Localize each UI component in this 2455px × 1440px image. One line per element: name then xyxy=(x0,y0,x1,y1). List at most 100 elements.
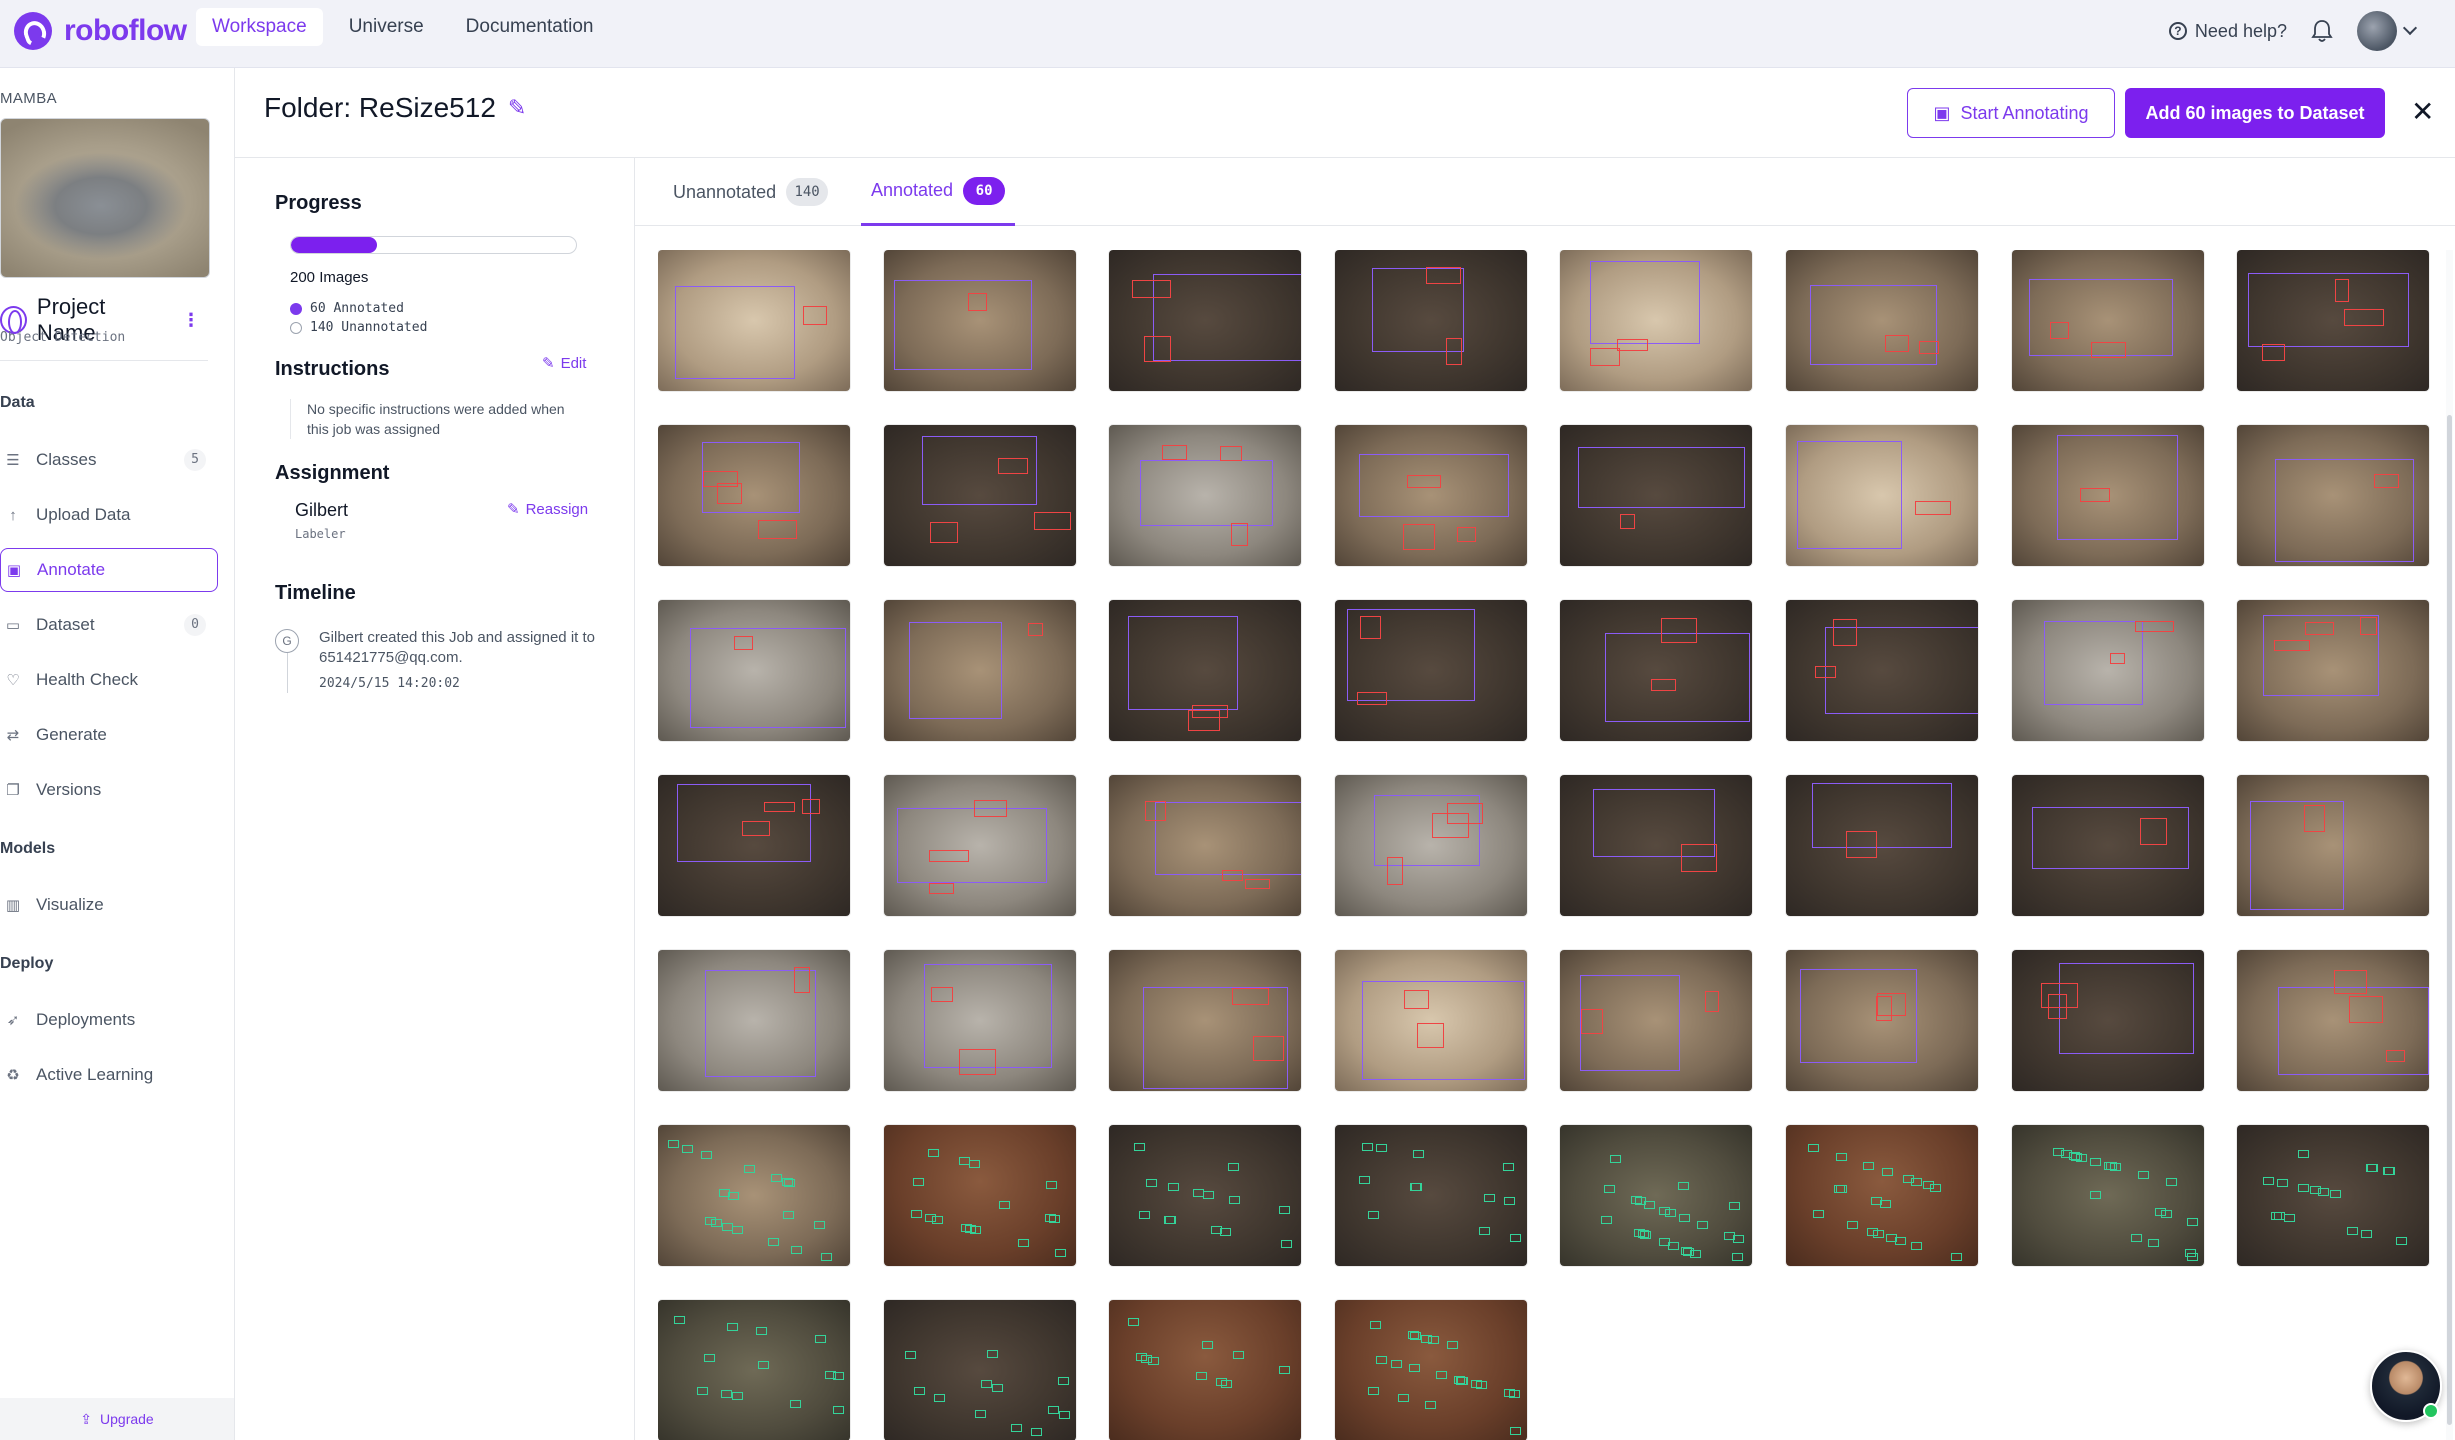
image-thumbnail[interactable] xyxy=(2237,250,2429,391)
image-thumbnail[interactable] xyxy=(1335,775,1527,916)
nav-link-universe[interactable]: Universe xyxy=(333,8,440,46)
image-thumbnail[interactable] xyxy=(2237,775,2429,916)
image-thumbnail[interactable] xyxy=(1109,950,1301,1091)
image-thumbnail[interactable] xyxy=(1109,250,1301,391)
bounding-box-red xyxy=(958,1048,996,1075)
sidebar-item-versions[interactable]: ❐ Versions xyxy=(0,768,218,812)
image-thumbnail[interactable] xyxy=(2012,425,2204,566)
image-thumbnail[interactable] xyxy=(2012,250,2204,391)
image-thumbnail[interactable] xyxy=(2012,1125,2204,1266)
sidebar-item-generate[interactable]: ⇄ Generate xyxy=(0,713,218,757)
sidebar-item-classes[interactable]: ☰ Classes 5 xyxy=(0,438,218,482)
image-thumbnail[interactable] xyxy=(1560,950,1752,1091)
start-annotating-button[interactable]: ▣ Start Annotating xyxy=(1907,88,2115,138)
image-thumbnail[interactable] xyxy=(2237,425,2429,566)
tab-annotated[interactable]: Annotated 60 xyxy=(861,158,1016,226)
sidebar-item-annotate[interactable]: ▣ Annotate xyxy=(0,548,218,592)
image-thumbnail[interactable] xyxy=(658,1125,850,1266)
image-thumbnail[interactable] xyxy=(1335,425,1527,566)
upload-icon: ↑ xyxy=(9,506,17,524)
bounding-box-green xyxy=(1634,1197,1646,1206)
bounding-box-red xyxy=(1245,878,1271,889)
help-circle-icon: ? xyxy=(2168,22,2187,40)
reassign-label: Reassign xyxy=(525,500,589,518)
sidebar-item-deployments[interactable]: ➶ Deployments xyxy=(0,998,218,1042)
image-thumbnail[interactable] xyxy=(658,1300,850,1440)
sidebar-item-dataset[interactable]: ▭ Dataset 0 xyxy=(0,603,218,647)
image-thumbnail[interactable] xyxy=(2012,600,2204,741)
reassign-link[interactable]: ✎ Reassign xyxy=(507,500,589,519)
image-thumbnail[interactable] xyxy=(2237,1125,2429,1266)
image-thumbnail[interactable] xyxy=(884,775,1076,916)
image-thumbnail[interactable] xyxy=(658,950,850,1091)
tab-unannotated[interactable]: Unannotated 140 xyxy=(663,158,838,226)
image-thumbnail[interactable] xyxy=(2237,950,2429,1091)
edit-instructions-link[interactable]: ✎ Edit xyxy=(542,354,586,373)
image-thumbnail[interactable] xyxy=(658,250,850,391)
upgrade-button[interactable]: ⇪ Upgrade xyxy=(0,1398,234,1440)
add-images-to-dataset-button[interactable]: Add 60 images to Dataset xyxy=(2125,88,2385,138)
bounding-box-purple xyxy=(689,627,846,728)
image-thumbnail[interactable] xyxy=(884,600,1076,741)
image-thumbnail[interactable] xyxy=(1560,425,1752,566)
bounding-box-green xyxy=(726,1323,738,1332)
image-thumbnail[interactable] xyxy=(1335,1125,1527,1266)
image-thumbnail[interactable] xyxy=(1560,250,1752,391)
image-thumbnail[interactable] xyxy=(2237,600,2429,741)
sidebar-item-active-learning[interactable]: ♻ Active Learning xyxy=(0,1053,218,1097)
image-thumbnail[interactable] xyxy=(2012,775,2204,916)
bounding-box-purple xyxy=(1577,447,1746,509)
image-thumbnail[interactable] xyxy=(1335,950,1527,1091)
nav-link-workspace[interactable]: Workspace xyxy=(196,8,323,46)
image-thumbnail[interactable] xyxy=(1335,600,1527,741)
image-thumbnail[interactable] xyxy=(1560,775,1752,916)
image-thumbnail[interactable] xyxy=(658,600,850,741)
image-thumbnail[interactable] xyxy=(884,1300,1076,1440)
bounding-box-green xyxy=(2297,1183,2309,1192)
image-thumbnail[interactable] xyxy=(1786,1125,1978,1266)
edit-icon[interactable]: ✎ xyxy=(508,95,526,121)
sidebar-item-label: Annotate xyxy=(37,560,106,579)
annotation-status-tabs: Unannotated 140 Annotated 60 xyxy=(635,158,2455,226)
image-thumbnail[interactable] xyxy=(1786,250,1978,391)
image-thumbnail[interactable] xyxy=(884,425,1076,566)
image-thumbnail[interactable] xyxy=(1335,1300,1527,1440)
image-thumbnail[interactable] xyxy=(1109,425,1301,566)
more-options-icon[interactable]: ⋮ xyxy=(182,310,200,331)
image-thumbnail[interactable] xyxy=(884,1125,1076,1266)
sidebar-item-visualize[interactable]: ▥ Visualize xyxy=(0,883,218,927)
image-thumbnail[interactable] xyxy=(658,775,850,916)
need-help-button[interactable]: ? Need help? xyxy=(2168,21,2287,42)
image-thumbnail[interactable] xyxy=(2012,950,2204,1091)
bell-icon[interactable] xyxy=(2309,18,2335,44)
image-thumbnail[interactable] xyxy=(1560,600,1752,741)
image-thumbnail[interactable] xyxy=(1109,775,1301,916)
bounding-box-green xyxy=(1219,1227,1231,1236)
sidebar-item-upload-data[interactable]: ↑ Upload Data xyxy=(0,493,218,537)
roboflow-logo[interactable]: roboflow xyxy=(14,12,187,50)
image-thumbnail[interactable] xyxy=(1786,775,1978,916)
image-thumbnail[interactable] xyxy=(1786,950,1978,1091)
bounding-box-green xyxy=(2284,1214,2296,1223)
image-thumbnail[interactable] xyxy=(1335,250,1527,391)
scrollbar-thumb[interactable] xyxy=(2447,415,2452,1425)
image-thumbnail[interactable] xyxy=(1786,600,1978,741)
image-thumbnail[interactable] xyxy=(884,250,1076,391)
close-icon[interactable]: ✕ xyxy=(2411,98,2434,126)
sidebar-item-health-check[interactable]: ♡ Health Check xyxy=(0,658,218,702)
bounding-box-green xyxy=(1510,1426,1521,1435)
bounding-box-red xyxy=(1832,619,1858,647)
image-thumbnail[interactable] xyxy=(1109,1300,1301,1440)
user-menu[interactable] xyxy=(2357,11,2418,51)
bounding-box-red xyxy=(1417,1022,1445,1048)
bounding-box-red xyxy=(1845,831,1878,859)
image-thumbnail[interactable] xyxy=(658,425,850,566)
image-thumbnail[interactable] xyxy=(1560,1125,1752,1266)
image-thumbnail[interactable] xyxy=(1786,425,1978,566)
nav-link-documentation[interactable]: Documentation xyxy=(450,8,610,46)
image-thumbnail[interactable] xyxy=(884,950,1076,1091)
image-thumbnail[interactable] xyxy=(1109,1125,1301,1266)
image-thumbnail[interactable] xyxy=(1109,600,1301,741)
project-thumbnail[interactable] xyxy=(0,118,210,278)
bounding-box-green xyxy=(1835,1152,1847,1161)
